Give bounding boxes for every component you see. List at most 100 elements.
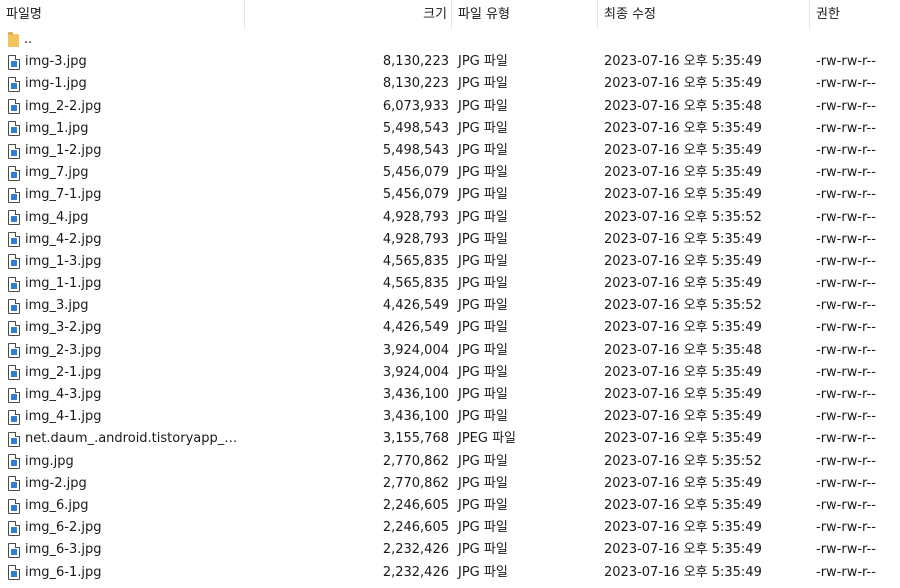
file-row[interactable]: img-3.jpg 8,130,223 JPG 파일 2023-07-16 오후 5:… <box>0 51 900 73</box>
file-modified: 2023-07-16 오후 5:35:49 <box>604 520 762 536</box>
image-file-icon <box>8 276 20 292</box>
column-header-modified-label: 최종 수정 <box>604 7 656 22</box>
file-row[interactable]: img_2-2.jpg 6,073,933 JPG 파일 2023-07-16 오후 … <box>0 96 900 118</box>
file-modified: 2023-07-16 오후 5:35:49 <box>604 76 762 92</box>
file-name-cell: img_1-2.jpg <box>0 140 245 162</box>
file-size: 3,924,004 <box>382 364 449 380</box>
column-header-type[interactable]: 파일 유형 <box>452 0 598 29</box>
file-type: JPG 파일 <box>458 298 508 314</box>
file-modified: 2023-07-16 오후 5:35:49 <box>604 142 762 158</box>
file-row[interactable]: img_6.jpg 2,246,605 JPG 파일 2023-07-16 오후 5:… <box>0 495 900 517</box>
file-row[interactable]: img_4-1.jpg 3,436,100 JPG 파일 2023-07-16 오후 … <box>0 406 900 428</box>
file-type: JPG 파일 <box>458 342 508 358</box>
file-row[interactable]: img_3.jpg 4,426,549 JPG 파일 2023-07-16 오후 5:… <box>0 295 900 317</box>
column-header-permissions[interactable]: 권한 <box>810 0 900 29</box>
file-type: JPG 파일 <box>458 76 508 92</box>
file-name-cell: img-2.jpg <box>0 473 245 495</box>
file-name-cell: img_6.jpg <box>0 495 245 517</box>
file-size: 4,565,835 <box>382 276 449 292</box>
image-file-icon <box>8 254 20 270</box>
column-header-name-label: 파일명 <box>6 7 42 22</box>
file-name-cell: img_1.jpg <box>0 118 245 140</box>
file-permissions: -rw-rw-r-- <box>816 453 876 469</box>
file-size: 3,436,100 <box>382 409 449 425</box>
file-row[interactable]: img_4.jpg 4,928,793 JPG 파일 2023-07-16 오후 5:… <box>0 207 900 229</box>
file-modified: 2023-07-16 오후 5:35:49 <box>604 542 762 558</box>
image-file-icon <box>8 454 20 470</box>
file-name: img_2-1.jpg <box>25 364 102 380</box>
file-type: JPG 파일 <box>458 453 508 469</box>
file-row[interactable]: net.daum_.android.tistoryapp_20... 3,155,… <box>0 428 900 450</box>
image-file-icon <box>8 542 20 558</box>
file-name-cell: img_2-1.jpg <box>0 362 245 384</box>
file-row[interactable]: img_6-1.jpg 2,232,426 JPG 파일 2023-07-16 오후 … <box>0 562 900 584</box>
file-row[interactable]: img_4-3.jpg 3,436,100 JPG 파일 2023-07-16 오후 … <box>0 384 900 406</box>
parent-directory-row[interactable]: .. <box>0 29 900 51</box>
image-file-icon <box>8 143 20 159</box>
file-row[interactable]: img_1.jpg 5,498,543 JPG 파일 2023-07-16 오후 5:… <box>0 118 900 140</box>
file-row[interactable]: img_1-3.jpg 4,565,835 JPG 파일 2023-07-16 오후 … <box>0 251 900 273</box>
file-permissions: -rw-rw-r-- <box>816 475 876 491</box>
file-name: img_1-2.jpg <box>25 142 102 158</box>
file-permissions: -rw-rw-r-- <box>816 497 876 513</box>
file-row[interactable]: img_4-2.jpg 4,928,793 JPG 파일 2023-07-16 오후 … <box>0 229 900 251</box>
file-row[interactable]: img_6-3.jpg 2,232,426 JPG 파일 2023-07-16 오후 … <box>0 539 900 561</box>
file-modified: 2023-07-16 오후 5:35:49 <box>604 187 762 203</box>
file-modified: 2023-07-16 오후 5:35:49 <box>604 431 762 447</box>
file-permissions: -rw-rw-r-- <box>816 520 876 536</box>
file-row[interactable]: img_2-1.jpg 3,924,004 JPG 파일 2023-07-16 오후 … <box>0 362 900 384</box>
file-permissions: -rw-rw-r-- <box>816 564 876 580</box>
file-name-cell: img_4-3.jpg <box>0 384 245 406</box>
image-file-icon <box>8 165 20 181</box>
file-name-cell: img_1-1.jpg <box>0 273 245 295</box>
file-modified: 2023-07-16 오후 5:35:52 <box>604 209 762 225</box>
file-size: 4,426,549 <box>382 320 449 336</box>
file-name: img_7.jpg <box>25 165 89 181</box>
file-size: 4,565,835 <box>382 253 449 269</box>
file-row[interactable]: img_2-3.jpg 3,924,004 JPG 파일 2023-07-16 오후 … <box>0 340 900 362</box>
file-row[interactable]: img-1.jpg 8,130,223 JPG 파일 2023-07-16 오후 5:… <box>0 73 900 95</box>
file-permissions: -rw-rw-r-- <box>816 276 876 292</box>
file-row[interactable]: img_6-2.jpg 2,246,605 JPG 파일 2023-07-16 오후 … <box>0 517 900 539</box>
file-row[interactable]: img_7-1.jpg 5,456,079 JPG 파일 2023-07-16 오후 … <box>0 184 900 206</box>
file-row[interactable]: img_3-2.jpg 4,426,549 JPG 파일 2023-07-16 오후 … <box>0 317 900 339</box>
file-size: 4,928,793 <box>382 231 449 247</box>
file-rows: .. img-3.jpg 8,130,223 JPG 파일 2023-07-16 오후… <box>0 29 900 584</box>
file-type: JPG 파일 <box>458 475 508 491</box>
file-name: img-1.jpg <box>25 76 87 92</box>
file-name: img.jpg <box>25 453 74 469</box>
file-size: 8,130,223 <box>382 54 449 70</box>
file-name: img_6-3.jpg <box>25 542 102 558</box>
file-permissions: -rw-rw-r-- <box>816 320 876 336</box>
file-row[interactable]: img.jpg 2,770,862 JPG 파일 2023-07-16 오후 5:35… <box>0 451 900 473</box>
folder-icon <box>8 31 19 47</box>
file-type: JPG 파일 <box>458 165 508 181</box>
file-name: img_7-1.jpg <box>25 187 102 203</box>
file-modified: 2023-07-16 오후 5:35:49 <box>604 409 762 425</box>
file-name-cell: img_1-3.jpg <box>0 251 245 273</box>
file-row[interactable]: img_1-2.jpg 5,498,543 JPG 파일 2023-07-16 오후 … <box>0 140 900 162</box>
file-modified: 2023-07-16 오후 5:35:49 <box>604 475 762 491</box>
file-permissions: -rw-rw-r-- <box>816 542 876 558</box>
column-header-size[interactable]: 크기 <box>245 0 452 29</box>
file-type: JPG 파일 <box>458 209 508 225</box>
file-name-cell: img_2-3.jpg <box>0 340 245 362</box>
file-name-cell: img-3.jpg <box>0 51 245 73</box>
file-type: JPG 파일 <box>458 364 508 380</box>
file-permissions: -rw-rw-r-- <box>816 209 876 225</box>
file-type: JPG 파일 <box>458 387 508 402</box>
column-header-modified[interactable]: 최종 수정 <box>598 0 810 29</box>
parent-directory-name-cell: .. <box>0 29 245 51</box>
file-name: img_2-2.jpg <box>25 98 102 114</box>
column-header-name[interactable]: 파일명 <box>0 0 245 29</box>
image-file-icon <box>8 565 20 581</box>
file-name: img-2.jpg <box>25 475 87 491</box>
file-row[interactable]: img_1-1.jpg 4,565,835 JPG 파일 2023-07-16 오후 … <box>0 273 900 295</box>
file-permissions: -rw-rw-r-- <box>816 76 876 92</box>
file-name-cell: img_6-2.jpg <box>0 517 245 539</box>
file-row[interactable]: img-2.jpg 2,770,862 JPG 파일 2023-07-16 오후 5:… <box>0 473 900 495</box>
file-row[interactable]: img_7.jpg 5,456,079 JPG 파일 2023-07-16 오후 5:… <box>0 162 900 184</box>
file-name: img_1-3.jpg <box>25 253 102 269</box>
image-file-icon <box>8 343 20 359</box>
sort-chevron-down-icon: ⌄ <box>342 0 350 2</box>
